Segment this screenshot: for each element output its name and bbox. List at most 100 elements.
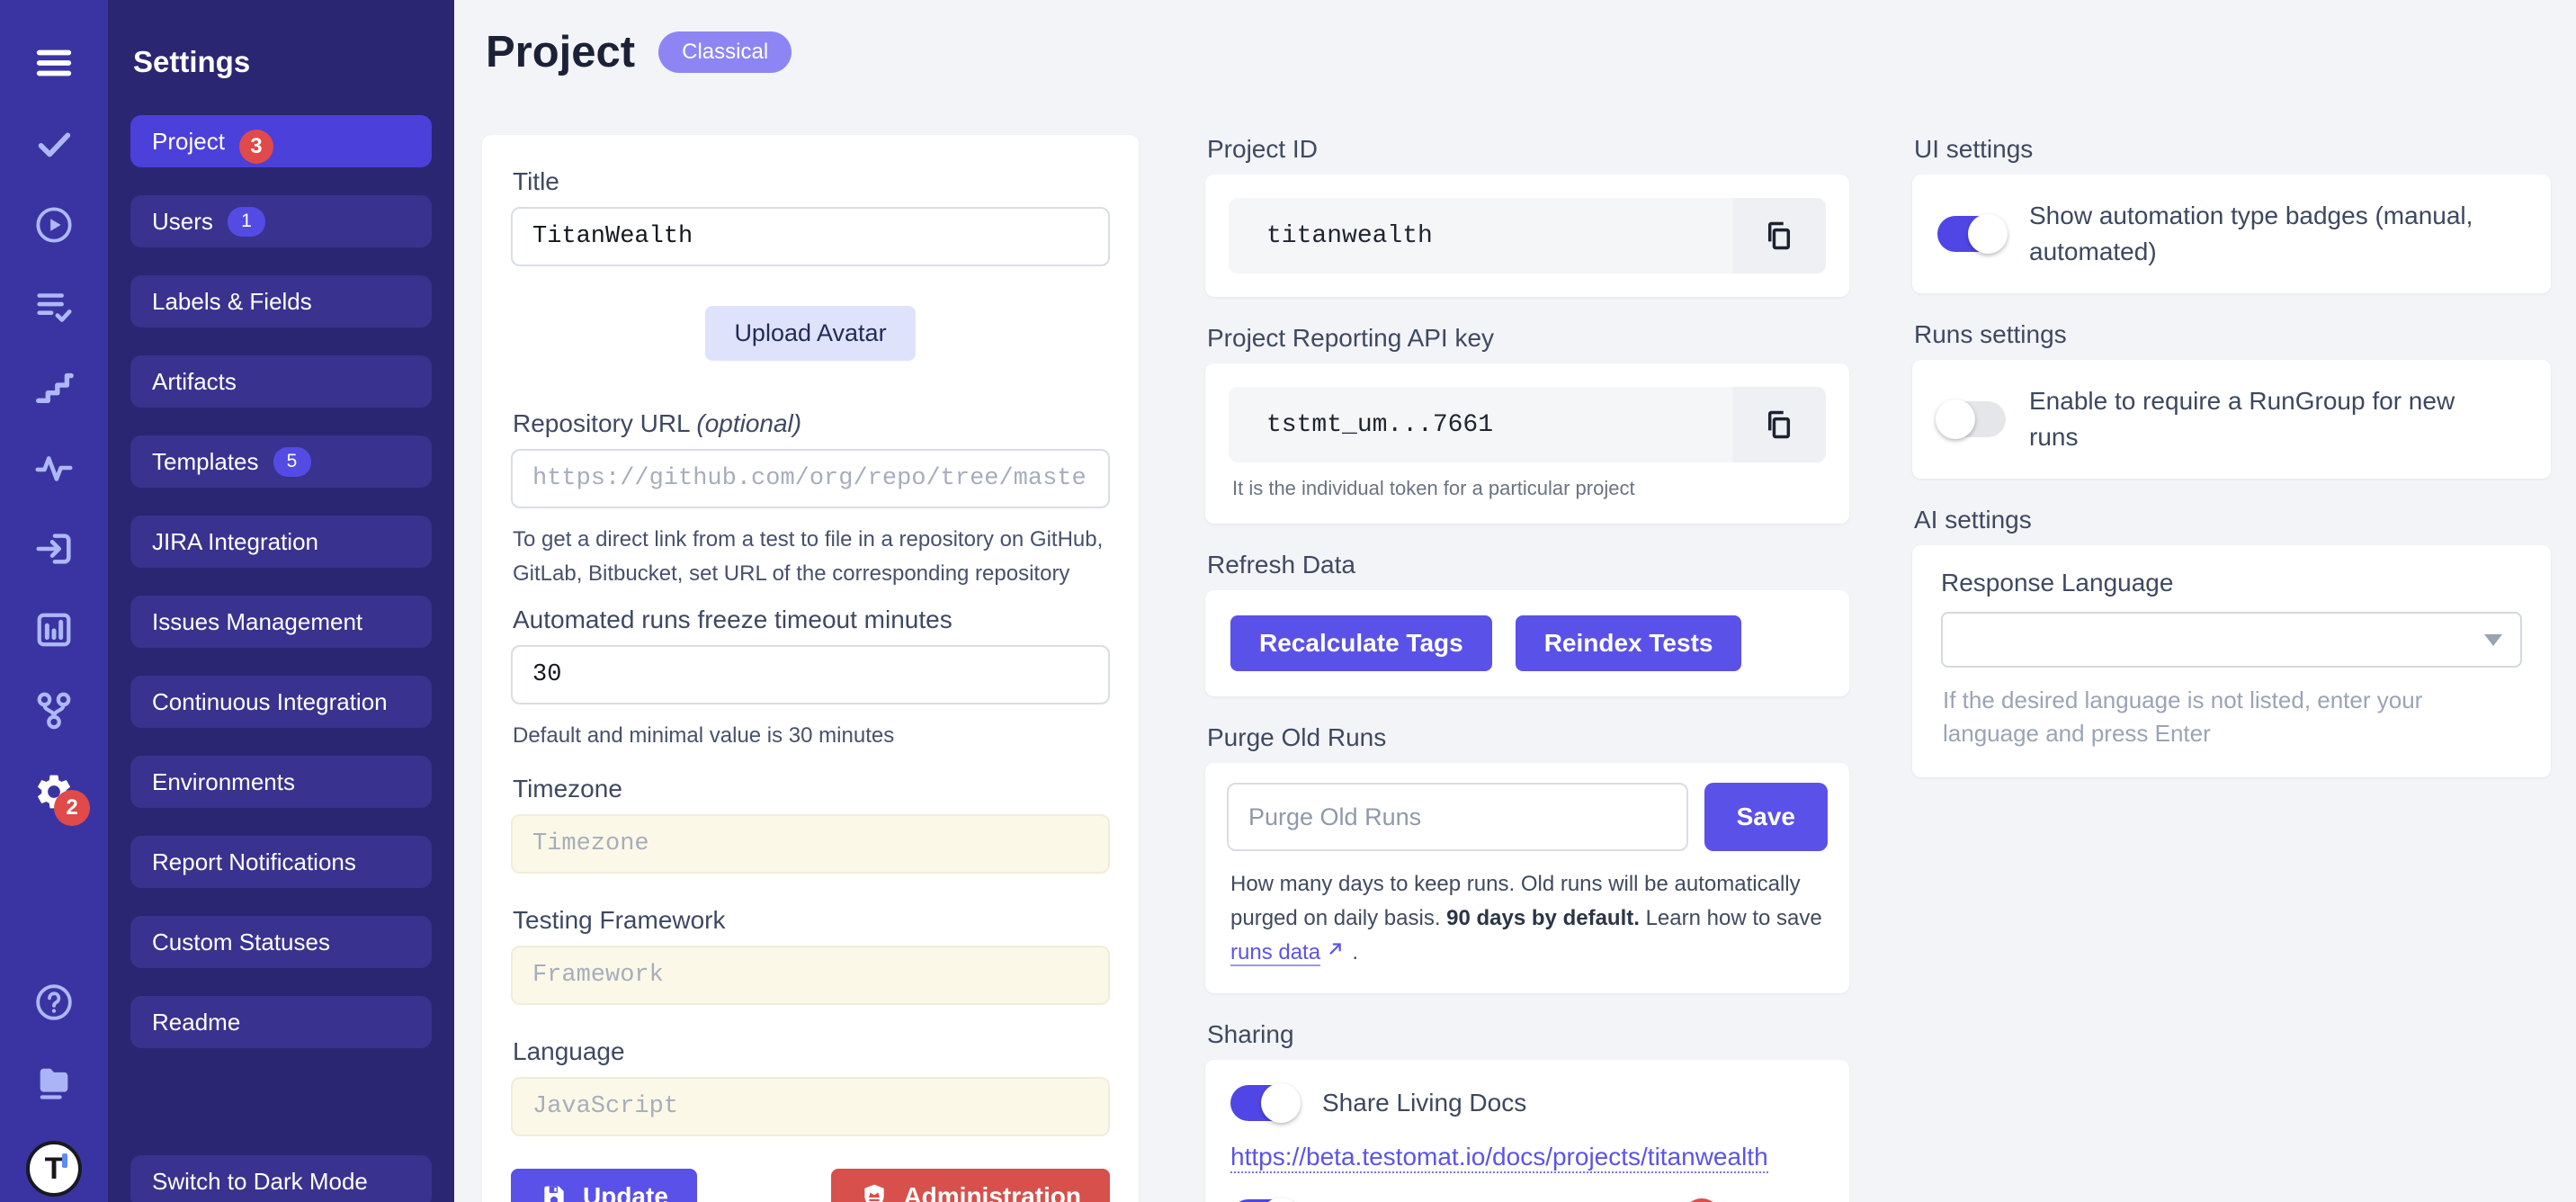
help-icon (33, 982, 75, 1023)
runs-data-link[interactable]: runs data (1230, 940, 1320, 966)
freeze-timeout-help: Default and minimal value is 30 minutes (513, 719, 1110, 753)
ui-settings-card: Show automation type badges (manual, aut… (1912, 175, 2551, 293)
play-circle-icon (33, 204, 75, 246)
purge-days-input[interactable] (1227, 783, 1688, 851)
ai-settings-card: Response Language If the desired languag… (1912, 545, 2551, 777)
living-docs-link[interactable]: https://beta.testomat.io/docs/projects/t… (1230, 1143, 1768, 1173)
timezone-input[interactable] (511, 814, 1110, 874)
reindex-tests-button[interactable]: Reindex Tests (1516, 615, 1742, 671)
sidebar-item-report-notifications[interactable]: Report Notifications (130, 836, 432, 888)
annotation-step-4: 4 (1683, 1198, 1721, 1202)
administration-button[interactable]: Administration (831, 1169, 1110, 1202)
sidebar-item-label: Custom Statuses (152, 928, 330, 956)
sidebar-item-label: JIRA Integration (152, 528, 318, 556)
analytics-nav-button[interactable] (32, 446, 76, 489)
update-button[interactable]: Update (511, 1169, 697, 1202)
sidebar-item-label: Environments (152, 768, 295, 796)
upload-avatar-button[interactable]: Upload Avatar (705, 306, 915, 361)
sidebar-title: Settings (133, 45, 454, 79)
milestones-nav-button[interactable] (32, 365, 76, 408)
sidebar-item-labels-fields[interactable]: Labels & Fields (130, 275, 432, 327)
recalculate-tags-button[interactable]: Recalculate Tags (1230, 615, 1492, 671)
sidebar-item-templates[interactable]: Templates 5 (130, 435, 432, 488)
sidebar-item-users[interactable]: Users 1 (130, 195, 432, 247)
sidebar-item-jira-integration[interactable]: JIRA Integration (130, 516, 432, 568)
rungroup-toggle[interactable] (1937, 401, 2006, 437)
hamburger-menu-button[interactable] (32, 41, 76, 85)
sidebar-item-continuous-integration[interactable]: Continuous Integration (130, 676, 432, 728)
purge-input-row: Save (1227, 783, 1828, 851)
share-living-docs-row: Share Living Docs (1230, 1085, 1824, 1121)
sidebar-item-label: Users (152, 208, 213, 236)
project-id-field: titanwealth (1229, 198, 1826, 274)
reports-nav-button[interactable] (32, 608, 76, 651)
rungroup-label: Enable to require a RunGroup for new run… (2029, 383, 2497, 455)
sign-in-icon (33, 528, 75, 570)
administration-button-label: Administration (903, 1182, 1081, 1202)
branches-nav-button[interactable] (32, 689, 76, 732)
title-input[interactable] (511, 207, 1110, 266)
refresh-data-label: Refresh Data (1207, 551, 1849, 579)
repository-url-input[interactable] (511, 449, 1110, 508)
tests-nav-button[interactable] (32, 122, 76, 166)
automation-badges-toggle[interactable] (1937, 216, 2006, 252)
copy-project-id-button[interactable] (1732, 198, 1826, 274)
project-id-label: Project ID (1207, 135, 1849, 164)
refresh-data-card: Recalculate Tags Reindex Tests (1205, 590, 1849, 696)
page-title: Project (486, 27, 635, 77)
purge-help-mid: Learn how to save (1640, 906, 1822, 930)
repository-url-label: Repository URL (optional) (513, 409, 1110, 438)
response-language-select[interactable] (1941, 612, 2522, 668)
api-key-help: It is the individual token for a particu… (1232, 477, 1826, 500)
folder-icon (33, 1063, 75, 1104)
runs-nav-button[interactable] (32, 203, 76, 247)
timezone-label: Timezone (513, 775, 1110, 803)
sidebar-item-label: Project (152, 128, 225, 156)
projects-folder-button[interactable] (32, 1062, 76, 1105)
plans-nav-button[interactable] (32, 284, 76, 327)
repository-url-label-text: Repository URL (513, 409, 690, 437)
sharing-label: Sharing (1207, 1020, 1849, 1049)
testomat-logo[interactable]: T (26, 1141, 82, 1197)
share-living-docs-label: Share Living Docs (1322, 1085, 1526, 1121)
repository-url-help: To get a direct link from a test to file… (513, 523, 1110, 591)
copy-api-key-button[interactable] (1732, 387, 1826, 462)
shield-crown-icon (860, 1182, 889, 1202)
save-floppy-icon (540, 1182, 568, 1202)
language-input[interactable] (511, 1077, 1110, 1136)
testing-framework-input[interactable] (511, 946, 1110, 1005)
toggle-knob (1936, 399, 1975, 439)
sidebar-item-label: Readme (152, 1009, 240, 1036)
logo-accent-mark (62, 1153, 67, 1168)
title-label: Title (513, 167, 1110, 196)
help-button[interactable] (32, 981, 76, 1024)
count-badge: 1 (228, 207, 265, 237)
import-nav-button[interactable] (32, 527, 76, 570)
settings-sidebar: Settings Project 3 Users 1 Labels & Fiel… (108, 0, 454, 1202)
settings-nav-button[interactable]: 2 (32, 770, 76, 813)
bar-chart-icon (33, 609, 75, 650)
api-key-label: Project Reporting API key (1207, 324, 1849, 353)
sidebar-item-environments[interactable]: Environments (130, 756, 432, 808)
save-button[interactable]: Save (1704, 783, 1828, 851)
sidebar-item-dark-mode[interactable]: Switch to Dark Mode (130, 1155, 432, 1202)
sidebar-item-label: Labels & Fields (152, 288, 312, 316)
api-key-value: tstmt_um...7661 (1229, 411, 1732, 439)
avatar-row: Upload Avatar (511, 306, 1110, 361)
sidebar-item-readme[interactable]: Readme (130, 996, 432, 1048)
testing-framework-label: Testing Framework (513, 906, 1110, 935)
response-language-label: Response Language (1941, 569, 2522, 597)
purge-help-post: . (1346, 940, 1358, 964)
sidebar-item-artifacts[interactable]: Artifacts (130, 355, 432, 408)
sidebar-item-custom-statuses[interactable]: Custom Statuses (130, 916, 432, 968)
steps-icon (33, 366, 75, 408)
sidebar-item-label: Artifacts (152, 368, 237, 396)
share-living-docs-toggle[interactable] (1230, 1085, 1299, 1121)
language-label: Language (513, 1037, 1110, 1066)
freeze-timeout-input[interactable] (511, 645, 1110, 704)
sidebar-item-project[interactable]: Project 3 (130, 115, 432, 167)
annotation-pointer: 4 (1598, 1198, 1721, 1202)
optional-hint: (optional) (696, 409, 801, 437)
ui-settings-label: UI settings (1914, 135, 2551, 164)
sidebar-item-issues-management[interactable]: Issues Management (130, 596, 432, 648)
